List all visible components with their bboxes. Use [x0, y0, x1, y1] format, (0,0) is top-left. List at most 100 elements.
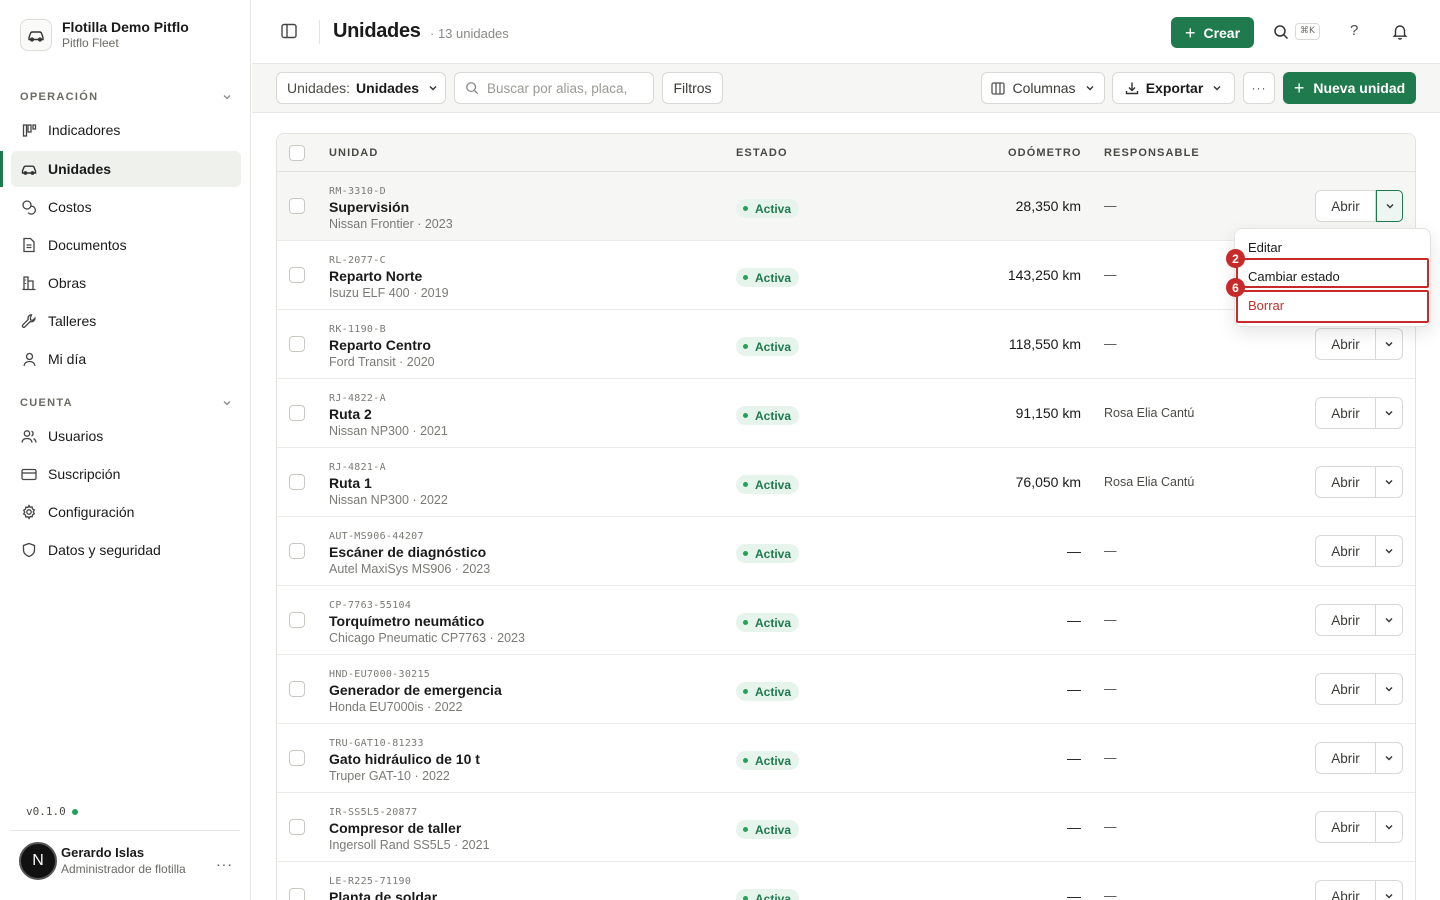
row-actions-toggle[interactable]: [1376, 467, 1402, 497]
more-options-button[interactable]: ···: [1243, 72, 1275, 104]
row-checkbox[interactable]: [289, 543, 305, 559]
row-actions-toggle[interactable]: [1376, 674, 1402, 704]
new-unit-button[interactable]: + Nueva unidad: [1283, 72, 1416, 104]
status-badge: Activa: [736, 544, 800, 563]
sidebar-toggle-button[interactable]: [280, 22, 300, 42]
search-input[interactable]: Buscar por alias, placa,: [454, 72, 654, 104]
row-checkbox[interactable]: [289, 267, 305, 283]
table-row[interactable]: CP-7763-55104 Torquímetro neumático Chicag…: [277, 586, 1415, 655]
sidebar-item-label: Datos y seguridad: [48, 542, 161, 558]
table-row[interactable]: LE-R225-71190 Planta de soldar Activa — — Abr…: [277, 862, 1415, 900]
sidebar-item-suscripcion[interactable]: Suscripción: [11, 456, 241, 492]
open-button[interactable]: Abrir: [1316, 398, 1376, 428]
chevron-down-icon: [1086, 86, 1094, 91]
unit-model: Nissan NP300 · 2021: [329, 424, 448, 438]
open-button[interactable]: Abrir: [1316, 743, 1376, 773]
row-checkbox[interactable]: [289, 198, 305, 214]
table-row[interactable]: TRU-GAT10-81233 Gato hidráulico de 10 t Tr…: [277, 724, 1415, 793]
status-badge: Activa: [736, 820, 800, 839]
section-cuenta[interactable]: CUENTA: [20, 397, 232, 409]
status-dot: [743, 413, 748, 418]
open-button-group: Abrir: [1315, 466, 1403, 498]
car-icon: [21, 161, 37, 177]
sidebar-item-datos-seguridad[interactable]: Datos y seguridad: [11, 532, 241, 568]
unit-code: IR-SS5L5-20877: [329, 807, 418, 818]
responsible-value: —: [1104, 199, 1117, 213]
row-checkbox[interactable]: [289, 888, 305, 900]
menu-item-editar[interactable]: Editar: [1248, 240, 1282, 255]
unit-code: RL-2077-C: [329, 255, 386, 266]
responsible-value: —: [1104, 889, 1117, 900]
column-header-estado[interactable]: ESTADO: [736, 147, 788, 159]
table-row[interactable]: RJ-4822-A Ruta 2 Nissan NP300 · 2021 Activa…: [277, 379, 1415, 448]
columns-button[interactable]: Columnas: [981, 72, 1105, 104]
search-icon: [466, 82, 479, 95]
open-button[interactable]: Abrir: [1316, 467, 1376, 497]
open-button[interactable]: Abrir: [1316, 812, 1376, 842]
row-checkbox[interactable]: [289, 819, 305, 835]
open-button[interactable]: Abrir: [1316, 536, 1376, 566]
search-placeholder: Buscar por alias, placa,: [487, 80, 628, 96]
row-actions-toggle[interactable]: [1376, 536, 1402, 566]
unit-code: CP-7763-55104: [329, 600, 412, 611]
row-actions-toggle[interactable]: [1376, 743, 1402, 773]
chevron-down-icon: [1385, 342, 1393, 347]
row-checkbox[interactable]: [289, 405, 305, 421]
row-actions-toggle[interactable]: [1376, 190, 1403, 222]
user-menu[interactable]: N Gerardo Islas Administrador de flotill…: [19, 842, 186, 880]
select-all-checkbox[interactable]: [289, 145, 305, 161]
row-checkbox[interactable]: [289, 474, 305, 490]
org-switcher[interactable]: Flotilla Demo Pitflo Pitflo Fleet: [20, 18, 189, 51]
unit-code: RM-3310-D: [329, 186, 386, 197]
unit-model: Isuzu ELF 400 · 2019: [329, 286, 449, 300]
row-actions-toggle[interactable]: [1376, 398, 1402, 428]
column-header-unidad[interactable]: UNIDAD: [329, 147, 378, 159]
responsible-value: —: [1104, 751, 1117, 765]
column-header-responsable[interactable]: RESPONSABLE: [1104, 147, 1200, 159]
row-checkbox[interactable]: [289, 750, 305, 766]
view-select[interactable]: Unidades: Unidades: [276, 72, 446, 104]
section-operacion[interactable]: OPERACIÓN: [20, 91, 232, 103]
sidebar-item-obras[interactable]: Obras: [11, 265, 241, 301]
open-button[interactable]: Abrir: [1316, 191, 1376, 221]
row-actions-toggle[interactable]: [1376, 812, 1402, 842]
table-row[interactable]: AUT-MS906-44207 Escáner de diagnóstico Aut…: [277, 517, 1415, 586]
odometer-value: —: [1067, 543, 1081, 559]
sidebar-item-label: Obras: [48, 275, 87, 291]
help-button[interactable]: ?: [1350, 22, 1358, 39]
sidebar-item-usuarios[interactable]: Usuarios: [11, 418, 241, 454]
odometer-value: —: [1067, 888, 1081, 900]
sidebar-item-unidades[interactable]: Unidades: [11, 151, 241, 187]
create-button[interactable]: + Crear: [1171, 17, 1254, 48]
open-button[interactable]: Abrir: [1316, 674, 1376, 704]
responsible-value: —: [1104, 337, 1117, 351]
export-button[interactable]: Exportar: [1112, 72, 1235, 104]
chevron-down-icon: [1385, 480, 1393, 485]
sidebar-item-mi-dia[interactable]: Mi día: [11, 341, 241, 377]
row-actions-toggle[interactable]: [1376, 605, 1402, 635]
filters-button[interactable]: Filtros: [662, 72, 723, 104]
table-row[interactable]: RJ-4821-A Ruta 1 Nissan NP300 · 2022 Activa…: [277, 448, 1415, 517]
row-checkbox[interactable]: [289, 681, 305, 697]
open-button-group: Abrir: [1315, 535, 1403, 567]
row-checkbox[interactable]: [289, 612, 305, 628]
table-row[interactable]: IR-SS5L5-20877 Compresor de taller Ingerso…: [277, 793, 1415, 862]
open-button-group: Abrir: [1315, 397, 1403, 429]
open-button[interactable]: Abrir: [1316, 329, 1376, 359]
search-icon[interactable]: [1273, 24, 1289, 43]
bell-icon[interactable]: [1392, 23, 1408, 43]
odometer-value: —: [1067, 681, 1081, 697]
column-header-odometro[interactable]: ODÓMETRO: [1008, 147, 1082, 159]
row-actions-toggle[interactable]: [1376, 329, 1402, 359]
sidebar-item-talleres[interactable]: Talleres: [11, 303, 241, 339]
sidebar-item-documentos[interactable]: Documentos: [11, 227, 241, 263]
user-more-button[interactable]: ···: [216, 856, 233, 872]
open-button[interactable]: Abrir: [1316, 881, 1376, 900]
sidebar-item-costos[interactable]: Costos: [11, 189, 241, 225]
row-actions-toggle[interactable]: [1376, 881, 1402, 900]
sidebar-item-configuracion[interactable]: Configuración: [11, 494, 241, 530]
table-row[interactable]: HND-EU7000-30215 Generador de emergencia H…: [277, 655, 1415, 724]
sidebar-item-indicadores[interactable]: Indicadores: [11, 112, 241, 148]
open-button[interactable]: Abrir: [1316, 605, 1376, 635]
row-checkbox[interactable]: [289, 336, 305, 352]
